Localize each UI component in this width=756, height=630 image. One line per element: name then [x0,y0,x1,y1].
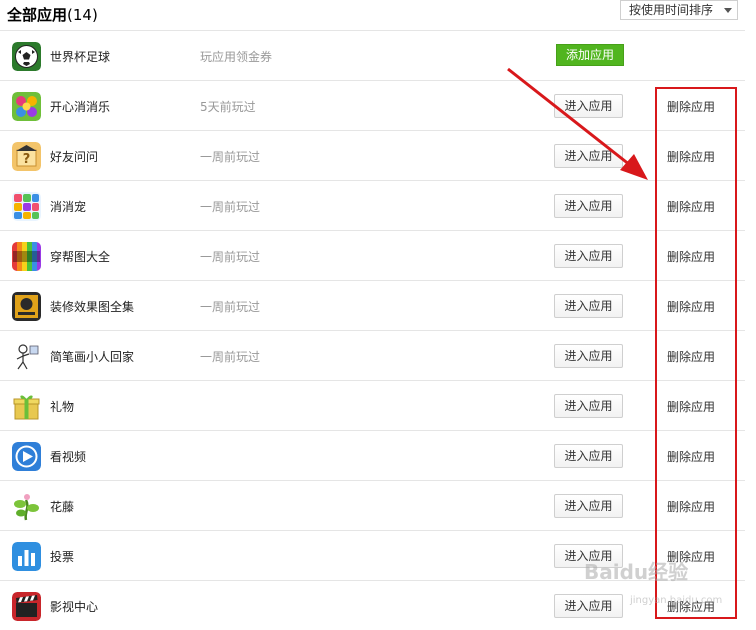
watermark-logo: Baidu经验 [584,560,689,584]
red-arrow-icon [507,67,648,180]
watermark-url: jingyan.baidu.com [630,595,723,606]
